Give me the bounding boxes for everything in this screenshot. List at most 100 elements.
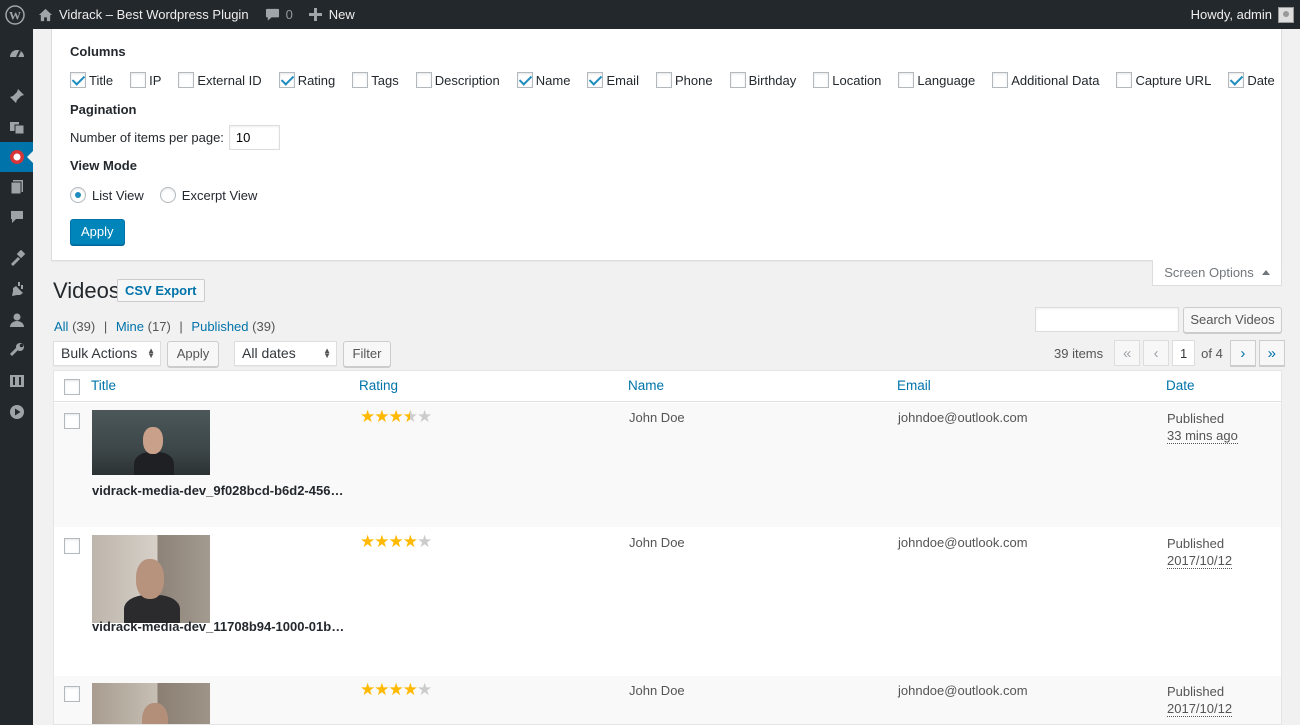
column-option-phone[interactable]: Phone [655, 72, 713, 88]
media-icon[interactable] [0, 112, 33, 142]
site-name-link[interactable]: Vidrack – Best Wordpress Plugin [30, 0, 257, 29]
filter-mine-count: (17) [147, 319, 171, 334]
checkbox[interactable] [813, 72, 830, 88]
star-empty-icon: ★ [417, 407, 432, 426]
column-option-rating[interactable]: Rating [278, 72, 335, 88]
pagination-heading: Pagination [70, 102, 137, 117]
video-thumbnail[interactable] [92, 535, 210, 623]
new-content-link[interactable]: New [301, 0, 363, 29]
comments-link[interactable]: 0 [257, 0, 301, 29]
checkbox[interactable] [415, 72, 432, 88]
checkbox[interactable] [516, 72, 533, 88]
column-option-name[interactable]: Name [516, 72, 570, 88]
vidrack-icon[interactable] [0, 142, 34, 172]
row-checkbox[interactable] [64, 686, 80, 702]
list-view-radio[interactable] [70, 187, 86, 203]
column-option-email[interactable]: Email [587, 72, 639, 88]
thumbnail-person-head [136, 559, 164, 599]
checkbox[interactable] [352, 72, 369, 88]
star-full-icon: ★ [402, 532, 418, 551]
video-play-icon[interactable] [0, 397, 33, 427]
column-option-ip[interactable]: IP [130, 72, 161, 88]
column-header-date[interactable]: Date [1166, 378, 1195, 393]
settings-icon[interactable] [0, 366, 33, 396]
video-thumbnail[interactable] [92, 683, 210, 724]
video-filename[interactable]: vidrack-media-dev_11708b94-1000-01b… [92, 619, 344, 634]
column-option-capture-url[interactable]: Capture URL [1116, 72, 1211, 88]
email-cell: johndoe@outlook.com [898, 535, 1028, 550]
list-view-label[interactable]: List View [92, 188, 144, 203]
screen-options-apply-button[interactable]: Apply [70, 219, 125, 245]
csv-export-button[interactable]: CSV Export [117, 279, 205, 302]
select-arrows-icon: ▲ ▼ [323, 346, 331, 360]
column-option-additional-data[interactable]: Additional Data [992, 72, 1099, 88]
column-option-birthday[interactable]: Birthday [729, 72, 796, 88]
star-half-icon: ★ [402, 407, 418, 426]
filter-button[interactable]: Filter [343, 341, 391, 367]
excerpt-view-label[interactable]: Excerpt View [182, 188, 258, 203]
per-page-input[interactable] [228, 125, 280, 150]
last-page-button[interactable]: » [1258, 340, 1285, 366]
filter-mine-link[interactable]: Mine [116, 319, 144, 334]
excerpt-view-radio[interactable] [159, 187, 176, 203]
filter-all-link[interactable]: All [54, 319, 68, 334]
screen-options-panel: Columns Title IP External ID Rating Tags… [51, 29, 1282, 261]
row-checkbox[interactable] [64, 538, 80, 554]
howdy-text: Howdy, admin [1190, 7, 1272, 22]
checkbox[interactable] [178, 72, 195, 88]
checkbox[interactable] [1116, 72, 1133, 88]
bulk-actions-select[interactable]: Bulk Actions ▲ ▼ [53, 341, 161, 366]
checkbox[interactable] [278, 72, 295, 88]
column-header-rating[interactable]: Rating [359, 378, 398, 393]
search-input[interactable] [1035, 307, 1179, 332]
comments-icon[interactable] [0, 202, 33, 232]
appearance-icon[interactable] [0, 243, 33, 273]
checkbox[interactable] [587, 72, 604, 88]
column-header-email[interactable]: Email [897, 378, 931, 393]
post-date: 33 mins ago [1167, 428, 1238, 444]
video-thumbnail[interactable] [92, 410, 210, 475]
prev-page-icon: ‹ [1143, 340, 1170, 366]
checkbox[interactable] [729, 72, 746, 88]
column-option-location[interactable]: Location [813, 72, 881, 88]
search-videos-button[interactable]: Search Videos [1183, 307, 1282, 333]
plugins-icon[interactable] [0, 274, 33, 304]
column-option-external-id[interactable]: External ID [178, 72, 262, 88]
star-full-icon: ★ [360, 532, 375, 551]
screen-options-toggle[interactable]: Screen Options [1152, 260, 1282, 286]
checkbox[interactable] [898, 72, 915, 88]
dates-select[interactable]: All dates ▲ ▼ [234, 341, 337, 366]
comments-count: 0 [285, 7, 293, 22]
rating-stars: ★★★★★ [360, 407, 432, 426]
dashboard-icon[interactable] [0, 39, 33, 69]
my-account-link[interactable]: Howdy, admin [1183, 0, 1300, 29]
posts-pin-icon[interactable] [0, 81, 33, 111]
column-header-name[interactable]: Name [628, 378, 664, 393]
checkbox[interactable] [70, 72, 86, 88]
thumbnail-person-body [134, 452, 174, 475]
column-header-title[interactable]: Title [91, 378, 116, 393]
tools-icon[interactable] [0, 335, 33, 365]
column-option-description[interactable]: Description [415, 72, 500, 88]
next-page-button[interactable]: › [1229, 340, 1256, 366]
date-cell: Published 33 mins ago [1167, 410, 1238, 444]
filter-published-link[interactable]: Published [191, 319, 248, 334]
checkbox[interactable] [1228, 72, 1245, 88]
bulk-apply-button[interactable]: Apply [167, 341, 219, 367]
current-page-input[interactable]: 1 [1172, 340, 1196, 366]
video-filename[interactable]: vidrack-media-dev_9f028bcd-b6d2-456… [92, 483, 343, 498]
star-empty-icon: ★ [417, 532, 432, 551]
column-option-title[interactable]: Title [70, 72, 113, 88]
column-option-tags[interactable]: Tags [352, 72, 399, 88]
checkbox[interactable] [130, 72, 147, 88]
select-all-checkbox[interactable] [64, 379, 80, 395]
column-option-date[interactable]: Date [1228, 72, 1275, 88]
row-checkbox[interactable] [64, 413, 80, 429]
checkbox[interactable] [992, 72, 1009, 88]
users-icon[interactable] [0, 305, 33, 335]
email-cell: johndoe@outlook.com [898, 683, 1028, 698]
wordpress-logo-icon[interactable]: W [0, 0, 30, 29]
column-option-language[interactable]: Language [898, 72, 975, 88]
pages-icon[interactable] [0, 172, 33, 202]
checkbox[interactable] [655, 72, 672, 88]
